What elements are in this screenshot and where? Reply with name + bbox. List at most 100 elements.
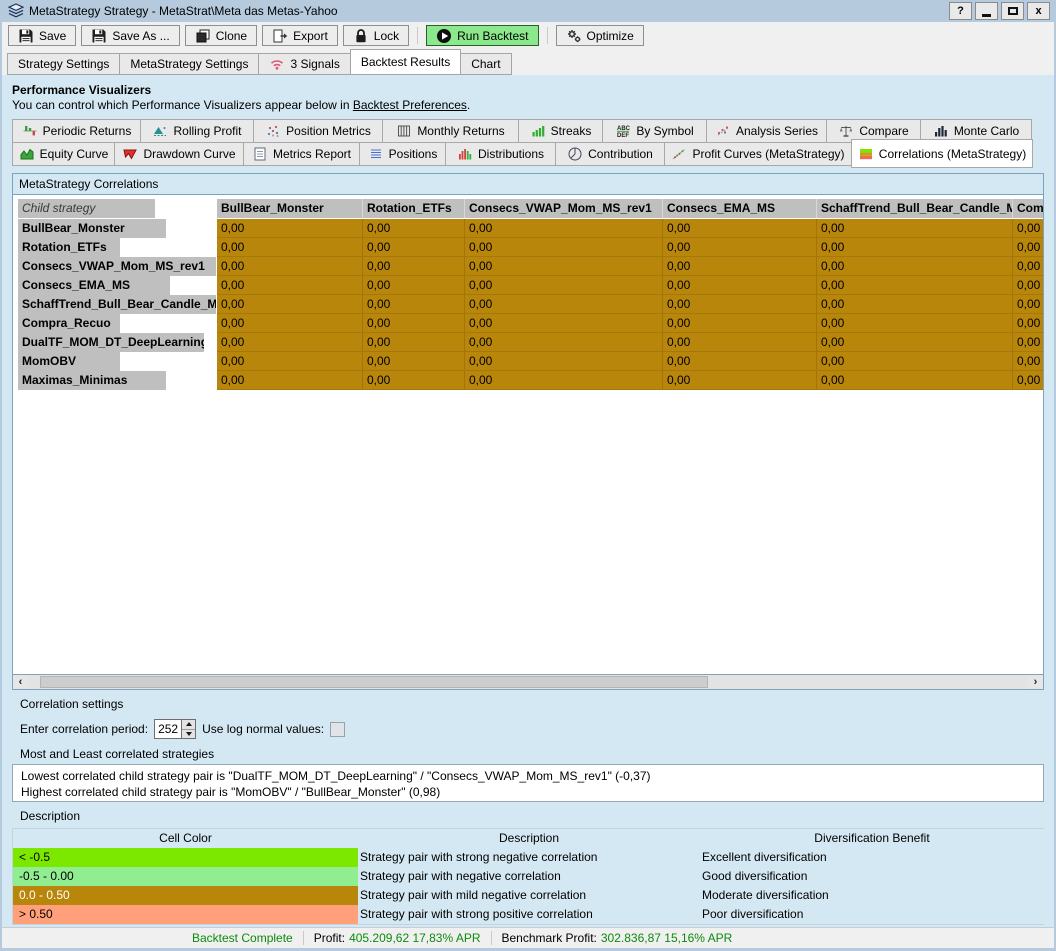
row-header-schafftrend-bull-bear-candle-ms[interactable]: SchaffTrend_Bull_Bear_Candle_MS: [18, 295, 216, 314]
scrollbar-thumb[interactable]: [40, 676, 708, 688]
correlation-cell[interactable]: 0,00: [363, 333, 465, 352]
correlation-cell[interactable]: 0,00: [217, 257, 363, 276]
correlation-cell[interactable]: 0,00: [817, 314, 1013, 333]
correlation-cell[interactable]: 0,00: [363, 257, 465, 276]
correlation-cell[interactable]: 0,00: [817, 333, 1013, 352]
viz-tab-metrics-report[interactable]: Metrics Report: [243, 142, 360, 166]
backtest-preferences-link[interactable]: Backtest Preferences: [353, 98, 467, 112]
correlation-cell[interactable]: 0,00: [663, 333, 817, 352]
viz-tab-analysis-series[interactable]: Analysis Series: [706, 119, 827, 143]
viz-tab-drawdown-curve[interactable]: Drawdown Curve: [114, 142, 244, 166]
column-header-consecs-ema-ms[interactable]: Consecs_EMA_MS: [663, 199, 817, 218]
run-backtest-button[interactable]: Run Backtest: [426, 25, 538, 46]
viz-tab-monthly-returns[interactable]: Monthly Returns: [382, 119, 519, 143]
scroll-right-icon[interactable]: ›: [1028, 675, 1043, 689]
correlation-cell[interactable]: 0,00: [217, 314, 363, 333]
correlation-cell[interactable]: 0,00: [817, 219, 1013, 238]
row-header-consecs-vwap-mom-ms-rev1[interactable]: Consecs_VWAP_Mom_MS_rev1: [18, 257, 216, 276]
correlation-cell[interactable]: 0,00: [1013, 257, 1043, 276]
spinner-up-icon[interactable]: [182, 720, 195, 729]
maximize-button[interactable]: [1001, 2, 1024, 20]
correlation-cell[interactable]: 0,00: [465, 295, 663, 314]
correlation-cell[interactable]: 0,00: [217, 352, 363, 371]
save-as-button[interactable]: Save As ...: [81, 25, 179, 46]
correlation-cell[interactable]: 0,00: [217, 238, 363, 257]
correlation-cell[interactable]: 0,00: [465, 219, 663, 238]
correlation-cell[interactable]: 0,00: [663, 371, 817, 390]
minimize-button[interactable]: [975, 2, 998, 20]
period-value[interactable]: 252: [154, 719, 182, 739]
spinner-down-icon[interactable]: [182, 729, 195, 739]
clone-button[interactable]: Clone: [185, 25, 257, 46]
spinner-buttons[interactable]: [182, 719, 196, 739]
column-header-schafftrend-bull-bear-candle-ms[interactable]: SchaffTrend_Bull_Bear_Candle_MS: [817, 199, 1013, 218]
correlation-cell[interactable]: 0,00: [363, 352, 465, 371]
tab-signals[interactable]: 3 Signals: [258, 53, 350, 75]
correlation-cell[interactable]: 0,00: [663, 352, 817, 371]
viz-tab-position-metrics[interactable]: Position Metrics: [253, 119, 383, 143]
correlation-cell[interactable]: 0,00: [363, 371, 465, 390]
correlation-cell[interactable]: 0,00: [363, 238, 465, 257]
close-button[interactable]: x: [1027, 2, 1050, 20]
row-header-compra-recuo[interactable]: Compra_Recuo: [18, 314, 120, 333]
correlation-cell[interactable]: 0,00: [217, 371, 363, 390]
viz-tab-by-symbol[interactable]: ABCDEFBy Symbol: [602, 119, 707, 143]
row-header-maximas-minimas[interactable]: Maximas_Minimas: [18, 371, 166, 390]
correlation-cell[interactable]: 0,00: [1013, 276, 1043, 295]
correlation-cell[interactable]: 0,00: [1013, 352, 1043, 371]
viz-tab-equity-curve[interactable]: Equity Curve: [12, 142, 115, 166]
correlation-cell[interactable]: 0,00: [363, 219, 465, 238]
correlation-cell[interactable]: 0,00: [663, 276, 817, 295]
correlation-cell[interactable]: 0,00: [1013, 314, 1043, 333]
viz-tab-correlations-metastrategy[interactable]: Correlations (MetaStrategy): [851, 139, 1033, 168]
correlation-cell[interactable]: 0,00: [217, 295, 363, 314]
corner-header[interactable]: Child strategy: [18, 199, 155, 218]
correlation-cell[interactable]: 0,00: [817, 238, 1013, 257]
viz-tab-rolling-profit[interactable]: Rolling Profit: [140, 119, 254, 143]
correlation-cell[interactable]: 0,00: [1013, 238, 1043, 257]
save-button[interactable]: Save: [8, 25, 76, 46]
correlation-cell[interactable]: 0,00: [663, 219, 817, 238]
viz-tab-contribution[interactable]: Contribution: [555, 142, 665, 166]
correlation-cell[interactable]: 0,00: [1013, 371, 1043, 390]
correlation-period-spinner[interactable]: 252: [154, 719, 196, 739]
correlation-cell[interactable]: 0,00: [363, 314, 465, 333]
correlation-cell[interactable]: 0,00: [663, 295, 817, 314]
column-header-consecs-vwap-mom-ms-rev1[interactable]: Consecs_VWAP_Mom_MS_rev1: [465, 199, 663, 218]
correlation-cell[interactable]: 0,00: [817, 295, 1013, 314]
viz-tab-profit-curves-metastrategy[interactable]: Profit Curves (MetaStrategy): [664, 142, 852, 166]
correlation-cell[interactable]: 0,00: [363, 295, 465, 314]
row-header-rotation-etfs[interactable]: Rotation_ETFs: [18, 238, 120, 257]
correlation-cell[interactable]: 0,00: [465, 238, 663, 257]
correlation-cell[interactable]: 0,00: [1013, 295, 1043, 314]
correlation-cell[interactable]: 0,00: [817, 371, 1013, 390]
correlation-cell[interactable]: 0,00: [217, 333, 363, 352]
log-normal-checkbox[interactable]: [330, 722, 345, 737]
correlation-cell[interactable]: 0,00: [817, 352, 1013, 371]
correlation-cell[interactable]: 0,00: [465, 371, 663, 390]
row-header-momobv[interactable]: MomOBV: [18, 352, 120, 371]
tab-strategy-settings[interactable]: Strategy Settings: [7, 53, 120, 75]
scrollbar-track[interactable]: [28, 675, 1028, 689]
correlation-cell[interactable]: 0,00: [663, 257, 817, 276]
column-header-rotation-etfs[interactable]: Rotation_ETFs: [363, 199, 465, 218]
tab-backtest-results[interactable]: Backtest Results: [350, 49, 461, 75]
correlation-cell[interactable]: 0,00: [817, 276, 1013, 295]
lock-button[interactable]: Lock: [343, 25, 409, 46]
viz-tab-distributions[interactable]: Distributions: [445, 142, 556, 166]
correlation-cell[interactable]: 0,00: [817, 257, 1013, 276]
row-header-dualtf-mom-dt-deeplearning[interactable]: DualTF_MOM_DT_DeepLearning: [18, 333, 204, 352]
correlation-cell[interactable]: 0,00: [1013, 219, 1043, 238]
correlation-cell[interactable]: 0,00: [465, 276, 663, 295]
correlation-cell[interactable]: 0,00: [465, 352, 663, 371]
correlation-cell[interactable]: 0,00: [1013, 333, 1043, 352]
correlation-cell[interactable]: 0,00: [663, 314, 817, 333]
tab-metastrategy-settings[interactable]: MetaStrategy Settings: [119, 53, 259, 75]
column-header-compra-recuo[interactable]: Compra_Recuo: [1013, 199, 1043, 218]
column-header-bullbear-monster[interactable]: BullBear_Monster: [217, 199, 363, 218]
correlation-cell[interactable]: 0,00: [465, 257, 663, 276]
help-button[interactable]: ?: [949, 2, 972, 20]
row-header-consecs-ema-ms[interactable]: Consecs_EMA_MS: [18, 276, 170, 295]
correlation-cell[interactable]: 0,00: [663, 238, 817, 257]
viz-tab-streaks[interactable]: Streaks: [518, 119, 603, 143]
